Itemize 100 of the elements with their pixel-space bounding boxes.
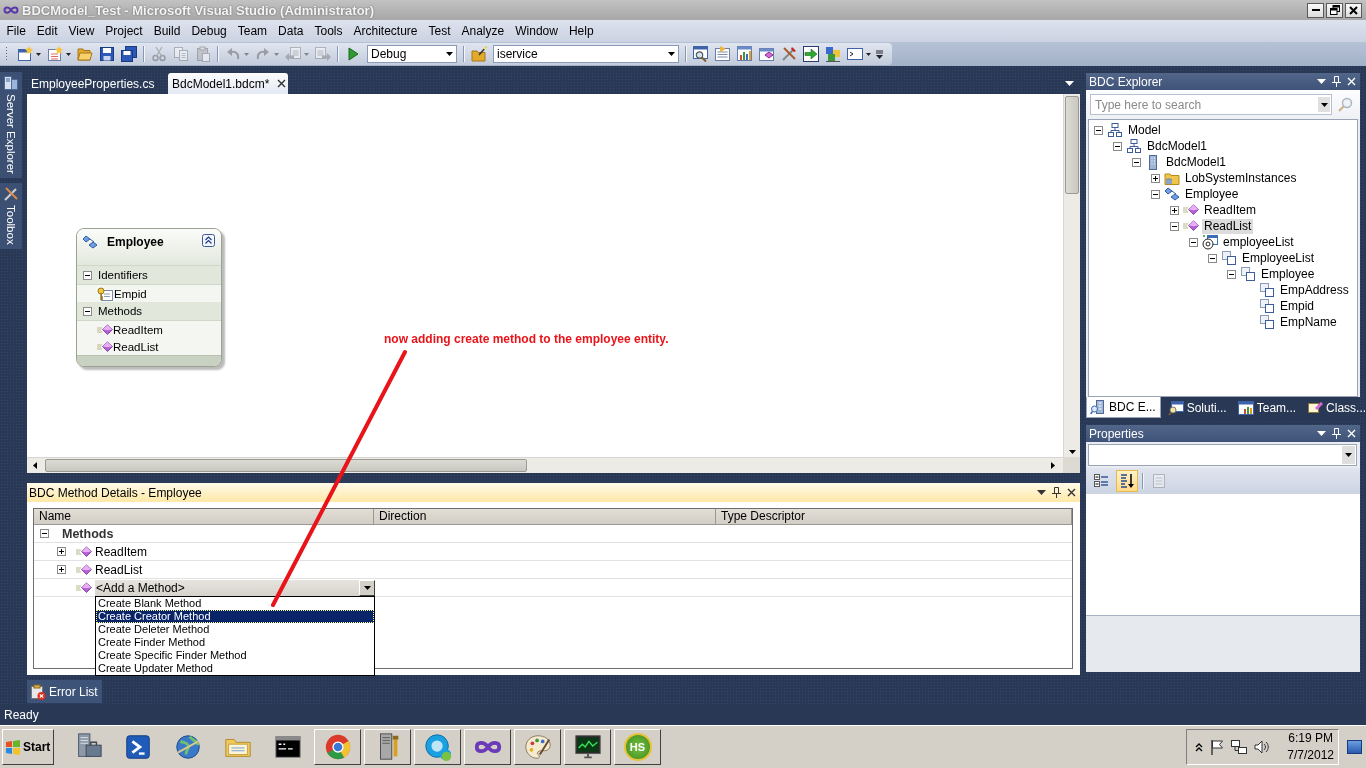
blocks-icon[interactable] [825, 46, 841, 62]
start-button[interactable]: Start [2, 729, 54, 765]
collapse-icon[interactable] [1208, 253, 1217, 263]
menu-item[interactable]: Tools [308, 22, 348, 40]
dropdown-option[interactable]: Create Creator Method [96, 609, 374, 623]
collapse-icon[interactable] [1132, 157, 1141, 167]
entity-member[interactable]: Empid [114, 287, 147, 300]
collapse-icon[interactable] [1094, 125, 1103, 135]
method-name[interactable]: ReadList [95, 562, 143, 577]
pin-icon[interactable] [1052, 487, 1061, 498]
output-tab[interactable]: Error List [27, 680, 102, 703]
taskbar-button[interactable] [364, 729, 411, 765]
method-name[interactable]: ReadItem [95, 544, 148, 559]
play-icon[interactable] [345, 46, 361, 62]
expand-icon[interactable] [1151, 173, 1160, 183]
caret-icon[interactable] [866, 52, 871, 56]
arrow-box-icon[interactable] [803, 46, 819, 62]
tree-item[interactable]: Employee [1183, 186, 1241, 202]
tree-item[interactable]: BdcModel1 [1145, 138, 1210, 154]
tree-item[interactable]: Model [1126, 122, 1163, 138]
overflow-icon[interactable] [876, 49, 883, 59]
collapse-icon[interactable] [1189, 237, 1198, 247]
save-all-icon[interactable] [121, 46, 137, 62]
collapse-icon[interactable] [1227, 269, 1236, 279]
add-method-dropdown[interactable]: <Add a Method> [95, 579, 375, 596]
menu-item[interactable]: Architecture [347, 22, 423, 40]
collapse-icon[interactable] [1151, 189, 1160, 199]
column-header[interactable]: Name [34, 509, 374, 525]
collapse-icon[interactable] [1170, 221, 1179, 231]
collapse-icon[interactable] [83, 270, 92, 280]
panel-tab[interactable]: BDC E... [1086, 397, 1161, 418]
menu-item[interactable]: Analyze [456, 22, 510, 40]
scroll-thumb[interactable] [45, 459, 527, 472]
clock-time[interactable]: 6:19 PM [1288, 730, 1333, 747]
down-arrow-icon[interactable] [1068, 450, 1076, 454]
tree-item[interactable]: EmpAddress [1278, 282, 1351, 298]
panel-tab[interactable]: Soluti... [1164, 397, 1231, 418]
taskbar-button[interactable] [314, 729, 361, 765]
tree-item[interactable]: EmployeeList [1240, 250, 1317, 266]
caret-icon[interactable] [1317, 431, 1326, 436]
menu-item[interactable]: Debug [185, 22, 233, 40]
speaker-icon[interactable] [1254, 739, 1271, 755]
column-header[interactable]: Direction [374, 509, 716, 525]
configuration-dropdown[interactable]: Debug [367, 45, 457, 63]
startup-project-dropdown[interactable]: iservice [493, 45, 679, 63]
properties-icon[interactable] [715, 46, 731, 62]
caret-icon[interactable] [1065, 81, 1074, 86]
left-arrow-icon[interactable] [33, 462, 37, 469]
menu-item[interactable]: Team [232, 22, 273, 40]
entity-shape[interactable]: Employee Identifiers Empid Methods ReadItem ReadList [76, 228, 222, 367]
minimize-button[interactable] [1307, 2, 1324, 18]
tree-item[interactable]: Empid [1278, 298, 1316, 314]
taskbar-button[interactable] [564, 729, 611, 765]
dropdown-option[interactable]: Create Finder Method [96, 635, 374, 649]
scroll-thumb[interactable] [1065, 96, 1079, 194]
menu-item[interactable]: Edit [31, 22, 64, 40]
close-icon[interactable] [277, 79, 287, 88]
taskbar-button[interactable] [414, 729, 461, 765]
collapse-icon[interactable] [1113, 141, 1122, 151]
grip-icon[interactable] [5, 46, 8, 62]
taskbar-button[interactable] [514, 729, 561, 765]
right-arrow-icon[interactable] [1051, 462, 1055, 469]
expand-icon[interactable] [57, 547, 66, 556]
menu-item[interactable]: Window [509, 22, 564, 40]
expand-icon[interactable] [57, 565, 66, 574]
dropdown-option[interactable]: Create Deleter Method [96, 622, 374, 636]
folder-wand-icon[interactable] [471, 46, 487, 62]
close-icon[interactable] [1067, 488, 1076, 497]
network-icon[interactable] [1231, 739, 1248, 755]
panel-tab[interactable]: Team... [1234, 397, 1301, 418]
caret-icon[interactable] [66, 52, 71, 56]
column-header[interactable]: Type Descriptor [716, 509, 1072, 525]
menu-item[interactable]: File [1, 22, 32, 40]
caret-icon[interactable] [1037, 490, 1046, 495]
caret-icon[interactable] [1317, 79, 1326, 84]
restore-button[interactable] [1326, 2, 1343, 18]
menu-item[interactable]: View [63, 22, 100, 40]
save-icon[interactable] [99, 46, 115, 62]
menu-item[interactable]: Build [148, 22, 186, 40]
tools-icon[interactable] [781, 46, 797, 62]
tree-item[interactable]: EmpName [1278, 314, 1339, 330]
side-tab[interactable]: Toolbox [0, 182, 22, 249]
open-folder-icon[interactable] [77, 46, 93, 62]
collapse-icon[interactable] [83, 306, 92, 316]
search-window-icon[interactable] [693, 46, 709, 62]
menu-item[interactable]: Data [272, 22, 309, 40]
menu-item[interactable]: Project [99, 22, 149, 40]
collapse-chevron-icon[interactable] [202, 234, 215, 247]
vertical-scrollbar[interactable] [1063, 94, 1080, 457]
flag-icon[interactable] [1210, 739, 1225, 755]
taskbar-button[interactable] [464, 729, 511, 765]
panel-tab[interactable]: Class... [1304, 397, 1366, 418]
horizontal-scrollbar[interactable] [27, 457, 1063, 473]
expand-icon[interactable] [1170, 205, 1179, 215]
tree-item[interactable]: BdcModel1 [1164, 154, 1229, 170]
new-window-icon[interactable] [17, 46, 33, 62]
chart-window-icon[interactable] [737, 46, 753, 62]
dropdown-option[interactable]: Create Updater Method [96, 661, 374, 675]
tree-item[interactable]: LobSystemInstances [1183, 170, 1299, 186]
menu-item[interactable]: Test [423, 22, 456, 40]
